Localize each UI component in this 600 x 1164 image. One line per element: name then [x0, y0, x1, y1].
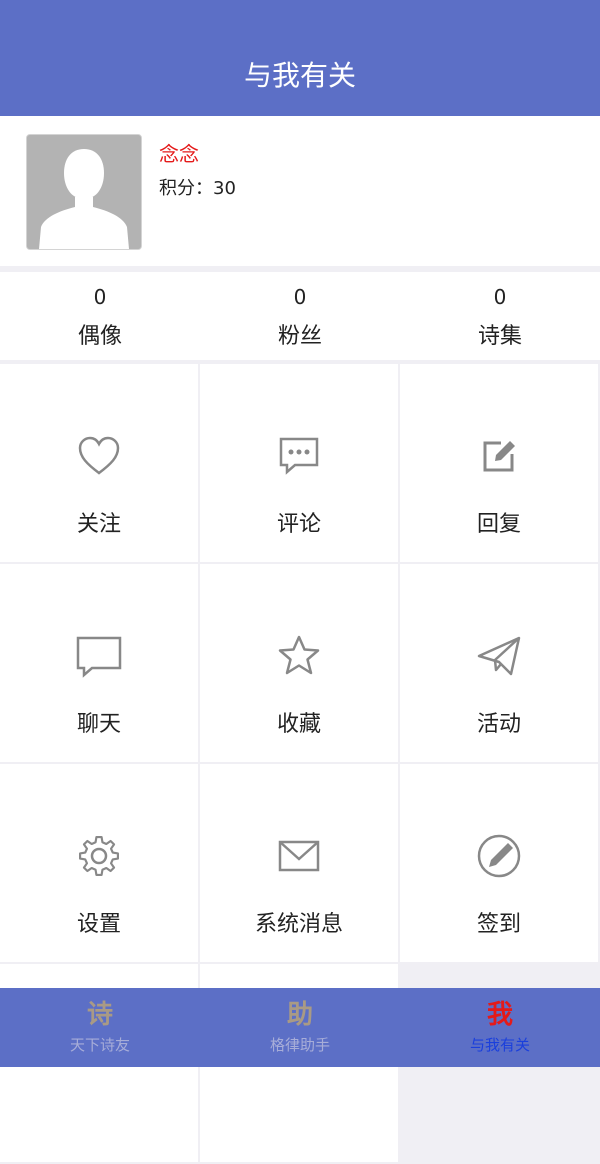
tab-label: 格律助手 — [269, 1036, 330, 1054]
tab-label: 天下诗友 — [69, 1036, 130, 1054]
pen-circle-icon — [477, 834, 521, 878]
menu-item-favorites[interactable]: 收藏 — [200, 564, 400, 764]
mail-icon — [278, 840, 320, 872]
menu-label: 活动 — [476, 712, 521, 737]
app-header: 与我有关 — [0, 0, 600, 116]
avatar[interactable] — [26, 134, 142, 250]
menu-label: 回复 — [476, 512, 521, 537]
edit-icon — [483, 441, 515, 472]
tab-glyph: 诗 — [86, 1000, 113, 1030]
menu-item-reply[interactable]: 回复 — [400, 364, 600, 564]
menu-item-comment[interactable]: 评论 — [200, 364, 400, 564]
username: 念念 — [159, 142, 199, 166]
profile-card[interactable]: 念念 积分：30 — [0, 116, 600, 266]
tab-glyph: 我 — [486, 1000, 513, 1030]
chat-icon — [76, 636, 122, 678]
tab-about-me[interactable]: 我 与我有关 — [400, 988, 600, 1067]
stat-count: 0 — [293, 285, 307, 309]
menu-label: 签到 — [476, 912, 521, 937]
stat-label: 偶像 — [77, 324, 122, 349]
menu-item-activities[interactable]: 活动 — [400, 564, 600, 764]
stats-bar: 0 偶像 0 粉丝 0 诗集 — [0, 272, 600, 360]
bottom-tab-bar: 诗 天下诗友 助 格律助手 我 与我有关 — [0, 988, 600, 1067]
menu-label: 系统消息 — [254, 912, 343, 937]
page-title: 与我有关 — [243, 59, 356, 92]
star-icon — [278, 635, 320, 675]
tab-label: 与我有关 — [469, 1036, 530, 1054]
comment-icon — [279, 437, 319, 475]
stat-poems[interactable]: 0 诗集 — [400, 272, 600, 360]
points: 积分：30 — [159, 178, 236, 199]
menu-item-follow[interactable]: 关注 — [0, 364, 200, 564]
menu-label: 关注 — [76, 512, 121, 537]
menu-label: 收藏 — [276, 712, 321, 737]
tab-poets[interactable]: 诗 天下诗友 — [0, 988, 200, 1067]
menu-item-check-in[interactable]: 签到 — [400, 764, 600, 964]
heart-icon — [78, 436, 120, 475]
menu-item-system-messages[interactable]: 系统消息 — [200, 764, 400, 964]
stat-fans[interactable]: 0 粉丝 — [200, 272, 400, 360]
tab-glyph: 助 — [286, 1000, 313, 1030]
stat-label: 粉丝 — [277, 324, 322, 349]
default-avatar-icon — [27, 135, 141, 249]
menu-label: 聊天 — [76, 712, 121, 737]
stat-idols[interactable]: 0 偶像 — [0, 272, 200, 360]
menu-label: 设置 — [76, 912, 121, 937]
stat-count: 0 — [493, 285, 507, 309]
menu-label: 评论 — [276, 512, 321, 537]
menu-item-chat[interactable]: 聊天 — [0, 564, 200, 764]
paper-plane-icon — [477, 636, 521, 676]
stat-label: 诗集 — [477, 324, 522, 349]
gear-icon — [79, 836, 119, 876]
tab-meter-assistant[interactable]: 助 格律助手 — [200, 988, 400, 1067]
menu-item-settings[interactable]: 设置 — [0, 764, 200, 964]
stat-count: 0 — [93, 285, 107, 309]
